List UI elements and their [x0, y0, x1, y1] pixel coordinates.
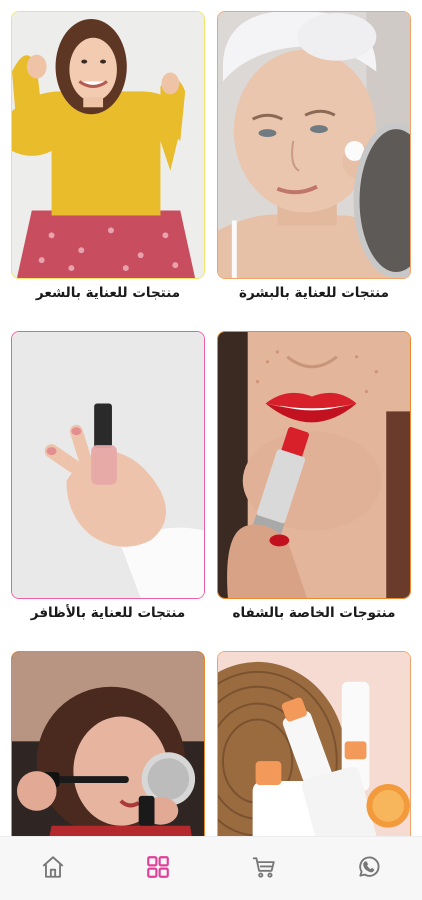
- category-label: منتجات للعناية بالبشرة: [238, 285, 389, 301]
- category-label: منتجات للعناية بالشعر: [35, 285, 181, 301]
- haircare-photo[interactable]: [11, 11, 205, 279]
- home-icon: [40, 854, 66, 884]
- nav-categories[interactable]: [128, 844, 188, 894]
- nav-cart[interactable]: [234, 844, 294, 894]
- nav-whatsapp[interactable]: [339, 844, 399, 894]
- bottom-navigation: [0, 836, 422, 900]
- category-label: منتوجات الخاصة بالشفاه: [232, 605, 396, 621]
- grid-icon: [145, 854, 171, 884]
- category-label: منتجات للعناية بالأظافر: [30, 605, 186, 621]
- nav-home[interactable]: [23, 844, 83, 894]
- skincare-photo[interactable]: [217, 11, 411, 279]
- app-screen: منتجات للعناية بالبشرة منتجات للعناية با…: [0, 0, 422, 900]
- lipcare-photo[interactable]: [217, 331, 411, 599]
- nailcare-photo[interactable]: [11, 331, 205, 599]
- whatsapp-icon: [356, 854, 382, 884]
- cart-icon: [251, 854, 277, 884]
